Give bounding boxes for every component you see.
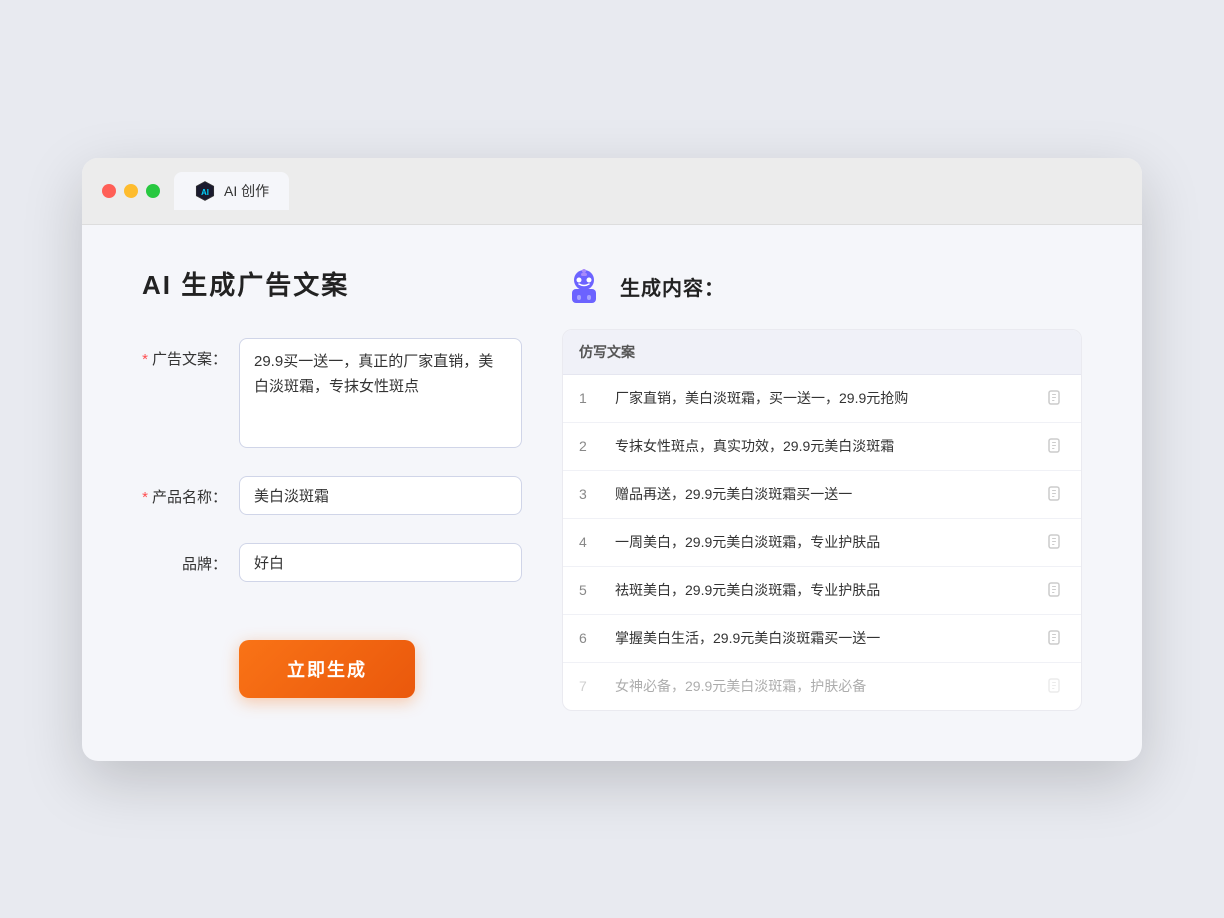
product-name-input[interactable] — [239, 476, 522, 515]
row-text: 掌握美白生活，29.9元美白淡斑霜买一送一 — [615, 628, 1033, 649]
table-row: 4 一周美白，29.9元美白淡斑霜，专业护肤品 — [563, 519, 1081, 567]
table-row: 6 掌握美白生活，29.9元美白淡斑霜买一送一 — [563, 615, 1081, 663]
tab-label: AI 创作 — [224, 181, 269, 201]
product-name-row: *产品名称： — [142, 476, 522, 515]
ad-copy-input[interactable] — [239, 338, 522, 448]
brand-label: 品牌： — [142, 543, 227, 574]
table-rows: 1 厂家直销，美白淡斑霜，买一送一，29.9元抢购 2 专抹女性斑点，真实功效，29… — [563, 375, 1081, 710]
maximize-button[interactable] — [146, 184, 160, 198]
close-button[interactable] — [102, 184, 116, 198]
ai-tab-icon: AI — [194, 180, 216, 202]
row-number: 1 — [579, 390, 603, 406]
bot-icon — [562, 265, 606, 309]
row-text: 一周美白，29.9元美白淡斑霜，专业护肤品 — [615, 532, 1033, 553]
product-name-label: *产品名称： — [142, 476, 227, 507]
ad-copy-row: *广告文案： — [142, 338, 522, 448]
left-panel: AI 生成广告文案 *广告文案： *产品名称： 品牌： 立 — [142, 265, 522, 711]
ad-copy-required: * — [142, 351, 148, 368]
row-number: 4 — [579, 534, 603, 550]
row-number: 6 — [579, 630, 603, 646]
table-row: 7 女神必备，29.9元美白淡斑霜，护肤必备 — [563, 663, 1081, 710]
active-tab[interactable]: AI AI 创作 — [174, 172, 289, 210]
copy-icon[interactable] — [1045, 532, 1065, 552]
copy-icon[interactable] — [1045, 628, 1065, 648]
brand-row: 品牌： — [142, 543, 522, 582]
results-table: 仿写文案 1 厂家直销，美白淡斑霜，买一送一，29.9元抢购 2 专抹女性斑点，真实… — [562, 329, 1082, 711]
table-row: 2 专抹女性斑点，真实功效，29.9元美白淡斑霜 — [563, 423, 1081, 471]
row-number: 3 — [579, 486, 603, 502]
page-title: AI 生成广告文案 — [142, 265, 522, 302]
row-text: 专抹女性斑点，真实功效，29.9元美白淡斑霜 — [615, 436, 1033, 457]
main-content: AI 生成广告文案 *广告文案： *产品名称： 品牌： 立 — [82, 225, 1142, 761]
generate-button[interactable]: 立即生成 — [239, 640, 415, 698]
traffic-lights — [102, 184, 160, 198]
table-header: 仿写文案 — [563, 330, 1081, 375]
copy-icon[interactable] — [1045, 388, 1065, 408]
row-number: 7 — [579, 678, 603, 694]
row-number: 5 — [579, 582, 603, 598]
table-row: 5 祛斑美白，29.9元美白淡斑霜，专业护肤品 — [563, 567, 1081, 615]
copy-icon[interactable] — [1045, 676, 1065, 696]
product-name-required: * — [142, 489, 148, 506]
copy-icon[interactable] — [1045, 580, 1065, 600]
row-text: 祛斑美白，29.9元美白淡斑霜，专业护肤品 — [615, 580, 1033, 601]
copy-icon[interactable] — [1045, 436, 1065, 456]
right-header: 生成内容： — [562, 265, 1082, 309]
copy-icon[interactable] — [1045, 484, 1065, 504]
row-text: 赠品再送，29.9元美白淡斑霜买一送一 — [615, 484, 1033, 505]
minimize-button[interactable] — [124, 184, 138, 198]
ad-copy-label: *广告文案： — [142, 338, 227, 369]
right-title: 生成内容： — [620, 272, 725, 301]
right-panel: 生成内容： 仿写文案 1 厂家直销，美白淡斑霜，买一送一，29.9元抢购 2 专抹女… — [562, 265, 1082, 711]
brand-input[interactable] — [239, 543, 522, 582]
table-row: 1 厂家直销，美白淡斑霜，买一送一，29.9元抢购 — [563, 375, 1081, 423]
titlebar: AI AI 创作 — [82, 158, 1142, 225]
row-number: 2 — [579, 438, 603, 454]
row-text: 厂家直销，美白淡斑霜，买一送一，29.9元抢购 — [615, 388, 1033, 409]
svg-text:AI: AI — [201, 187, 209, 196]
browser-window: AI AI 创作 AI 生成广告文案 *广告文案： *产品名称： — [82, 158, 1142, 761]
table-row: 3 赠品再送，29.9元美白淡斑霜买一送一 — [563, 471, 1081, 519]
row-text: 女神必备，29.9元美白淡斑霜，护肤必备 — [615, 676, 1033, 697]
